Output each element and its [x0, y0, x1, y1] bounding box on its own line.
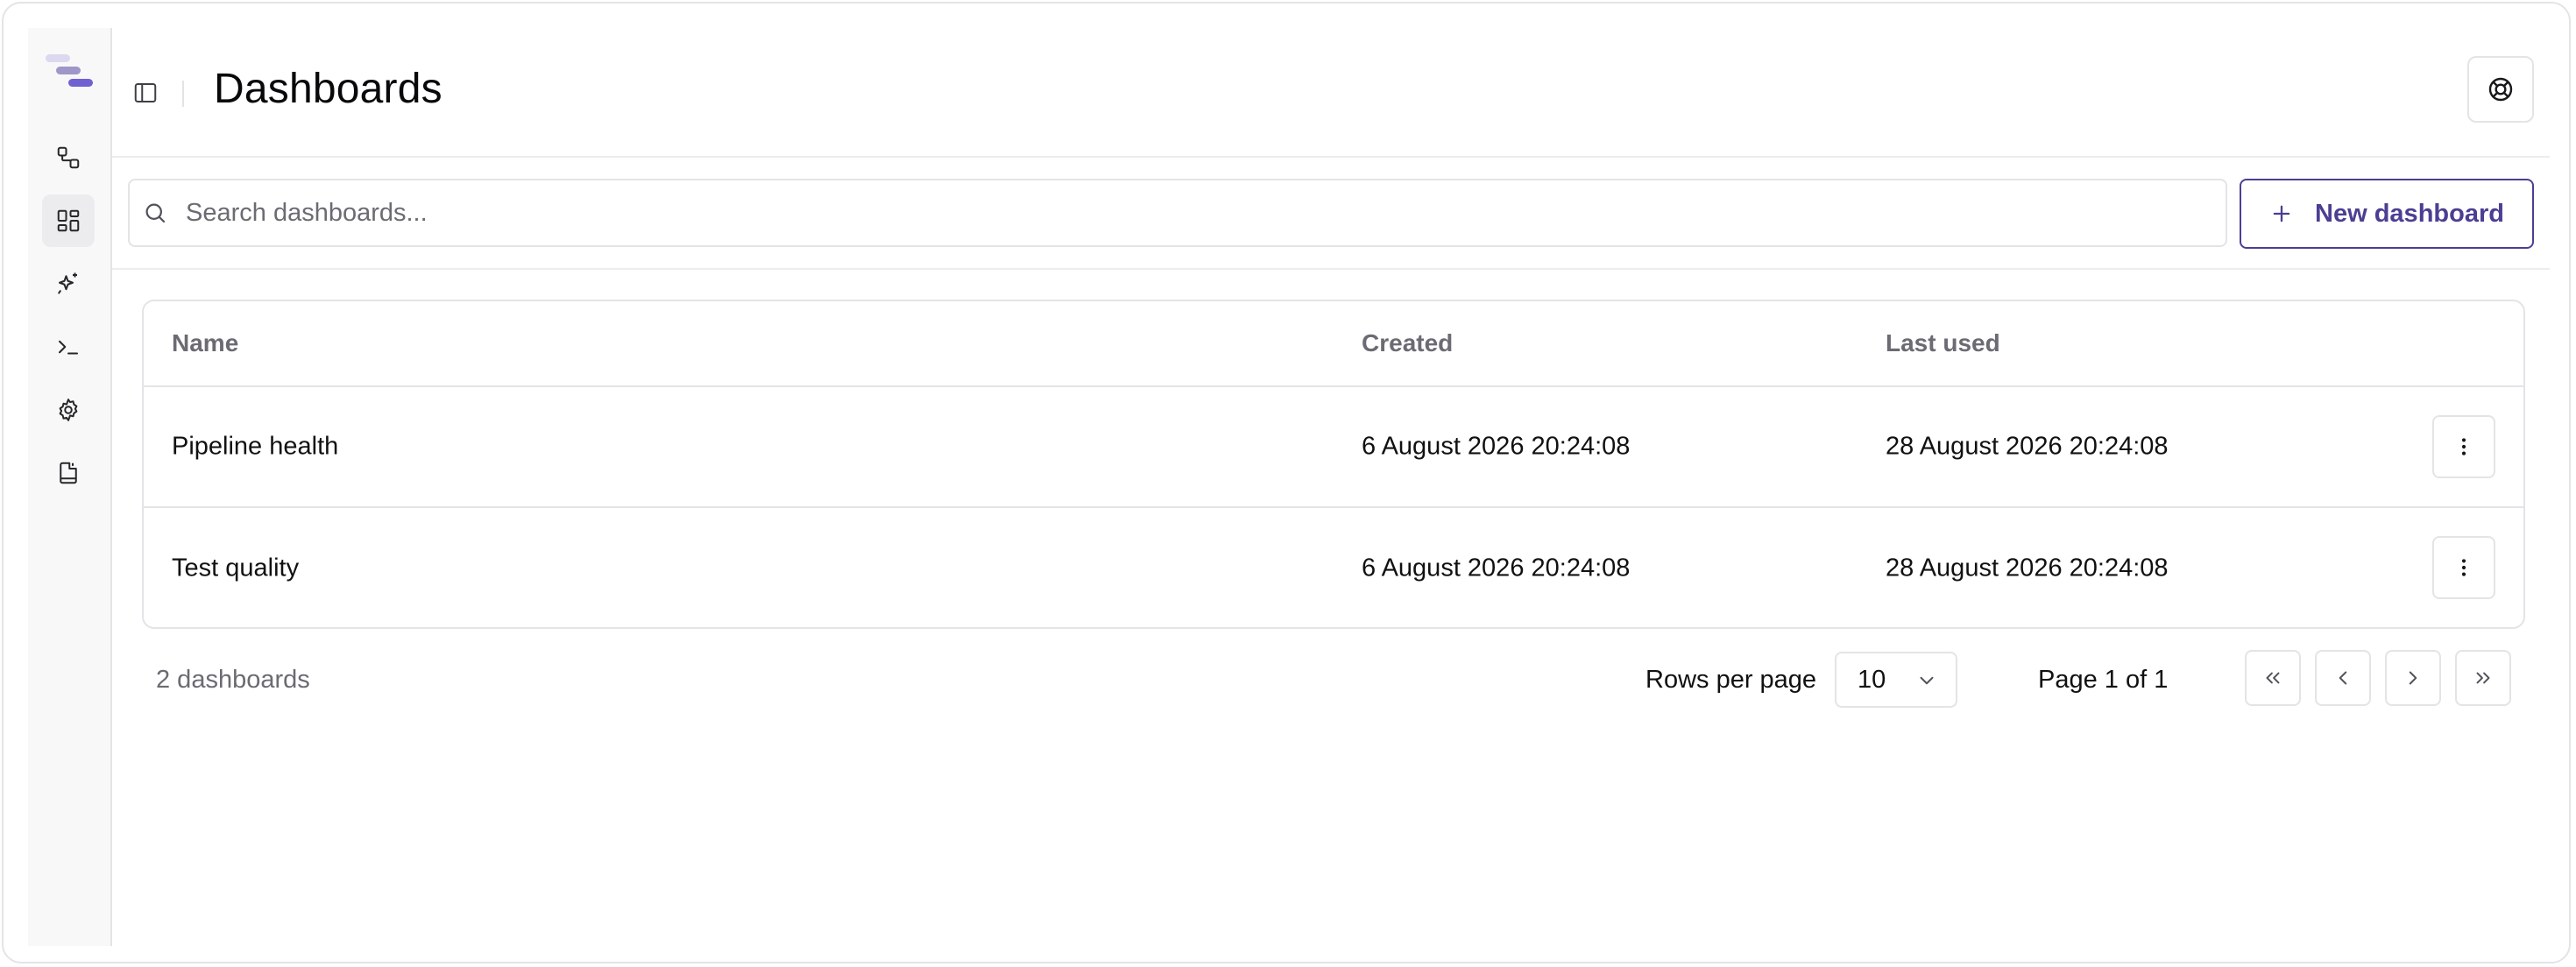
search-input[interactable]	[184, 197, 2226, 229]
table-row[interactable]: Pipeline health 6 August 2026 20:24:08 2…	[144, 387, 2523, 508]
sidebar	[28, 28, 112, 946]
terminal-icon	[59, 340, 78, 355]
sidebar-item-ai[interactable]	[42, 258, 95, 310]
more-vertical-icon	[2461, 559, 2466, 576]
search-box	[128, 179, 2227, 247]
dashboard-name[interactable]: Test quality	[172, 554, 299, 583]
sidebar-item-docs[interactable]	[42, 447, 95, 499]
dashboard-last-used: 28 August 2026 20:24:08	[1886, 432, 2169, 461]
dashboard-last-used: 28 August 2026 20:24:08	[1886, 554, 2169, 582]
sidebar-panel-icon	[134, 83, 157, 102]
header-divider	[182, 81, 184, 107]
gear-icon	[59, 399, 78, 421]
dashboards-table: Name Created Last used Pipeline health 6…	[142, 300, 2525, 629]
next-page-button[interactable]	[2385, 650, 2441, 706]
last-page-button[interactable]	[2455, 650, 2511, 706]
page-indicator: Page 1 of 1	[2038, 666, 2169, 694]
new-dashboard-label: New dashboard	[2315, 199, 2504, 228]
app-window: Dashboards New	[2, 2, 2571, 963]
column-header-name[interactable]: Name	[172, 329, 238, 357]
table-row[interactable]: Test quality 6 August 2026 20:24:08 28 A…	[144, 508, 2523, 627]
first-page-button[interactable]	[2245, 650, 2301, 706]
plus-icon	[2273, 205, 2290, 222]
lifebuoy-icon	[2488, 77, 2513, 102]
sparkles-icon	[57, 272, 77, 294]
app-logo	[46, 51, 98, 93]
row-actions-button[interactable]	[2432, 536, 2495, 599]
rows-per-page-label: Rows per page	[1645, 666, 1817, 694]
chevron-left-icon	[2339, 671, 2347, 685]
dashboard-created: 6 August 2026 20:24:08	[1362, 554, 1631, 582]
chevron-down-icon	[1920, 676, 1934, 685]
chevrons-right-icon	[2476, 672, 2490, 684]
more-vertical-icon	[2461, 438, 2466, 455]
workflow-icon	[57, 146, 80, 169]
previous-page-button[interactable]	[2315, 650, 2371, 706]
dashboard-grid-icon	[57, 209, 80, 232]
dashboard-count: 2 dashboards	[156, 666, 310, 694]
page-header: Dashboards	[112, 28, 2550, 158]
main-content: Dashboards New	[112, 28, 2550, 937]
sidebar-item-workflows[interactable]	[42, 131, 95, 184]
toolbar: New dashboard	[112, 158, 2550, 270]
row-actions-button[interactable]	[2432, 415, 2495, 478]
sidebar-item-dashboards[interactable]	[42, 194, 95, 247]
new-dashboard-button[interactable]: New dashboard	[2240, 179, 2534, 249]
book-icon	[60, 462, 77, 484]
table-header-row: Name Created Last used	[144, 301, 2523, 387]
search-icon	[142, 200, 168, 226]
sidebar-toggle-button[interactable]	[130, 77, 161, 109]
sidebar-item-settings[interactable]	[42, 384, 95, 436]
dashboard-name[interactable]: Pipeline health	[172, 433, 338, 462]
rows-per-page-select[interactable]: 10	[1835, 652, 1957, 708]
table-footer: 2 dashboards Rows per page 10 Page 1 of …	[112, 645, 2550, 715]
column-header-created[interactable]: Created	[1362, 329, 1453, 357]
chevron-right-icon	[2409, 671, 2417, 685]
sidebar-item-terminal[interactable]	[42, 321, 95, 373]
help-button[interactable]	[2467, 56, 2534, 123]
rows-per-page-value: 10	[1858, 665, 1886, 694]
dashboard-created: 6 August 2026 20:24:08	[1362, 432, 1631, 461]
chevrons-left-icon	[2266, 672, 2280, 684]
column-header-last-used[interactable]: Last used	[1886, 329, 2000, 357]
page-title: Dashboards	[214, 66, 442, 112]
